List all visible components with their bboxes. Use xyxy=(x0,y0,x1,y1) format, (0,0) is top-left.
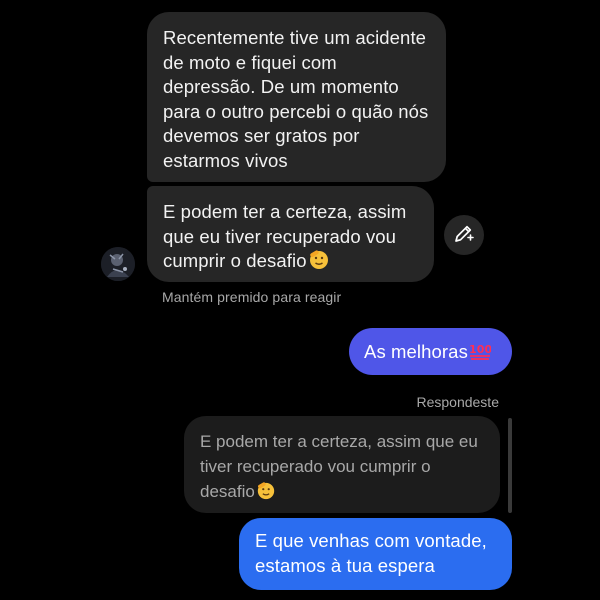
message-text: Recentemente tive um acidente de moto e … xyxy=(163,27,429,171)
message-incoming-1[interactable]: Recentemente tive um acidente de moto e … xyxy=(147,12,446,182)
svg-text:100: 100 xyxy=(469,343,491,356)
message-outgoing-1[interactable]: As melhoras 100 xyxy=(349,328,512,375)
pencil-sparkle-icon xyxy=(453,222,475,249)
quoted-text: E podem ter a certeza, assim que eu tive… xyxy=(200,432,478,501)
edit-button[interactable] xyxy=(444,215,484,255)
message-incoming-2[interactable]: E podem ter a certeza, assim que eu tive… xyxy=(147,186,434,282)
saluting-face-emoji xyxy=(256,481,276,508)
replied-label: Respondeste xyxy=(416,394,499,410)
100-emoji: 100 xyxy=(469,340,492,369)
reaction-hint: Mantém premido para reagir xyxy=(162,289,342,305)
message-outgoing-2[interactable]: E que venhas com vontade, estamos à tua … xyxy=(239,518,512,590)
message-text: E podem ter a certeza, assim que eu tive… xyxy=(163,201,407,271)
quote-bar xyxy=(508,418,512,513)
avatar[interactable] xyxy=(101,247,135,281)
saluting-face-emoji xyxy=(308,249,330,278)
message-text: E que venhas com vontade, estamos à tua … xyxy=(255,530,487,576)
message-text: As melhoras xyxy=(364,341,468,362)
quoted-message[interactable]: E podem ter a certeza, assim que eu tive… xyxy=(184,416,500,513)
